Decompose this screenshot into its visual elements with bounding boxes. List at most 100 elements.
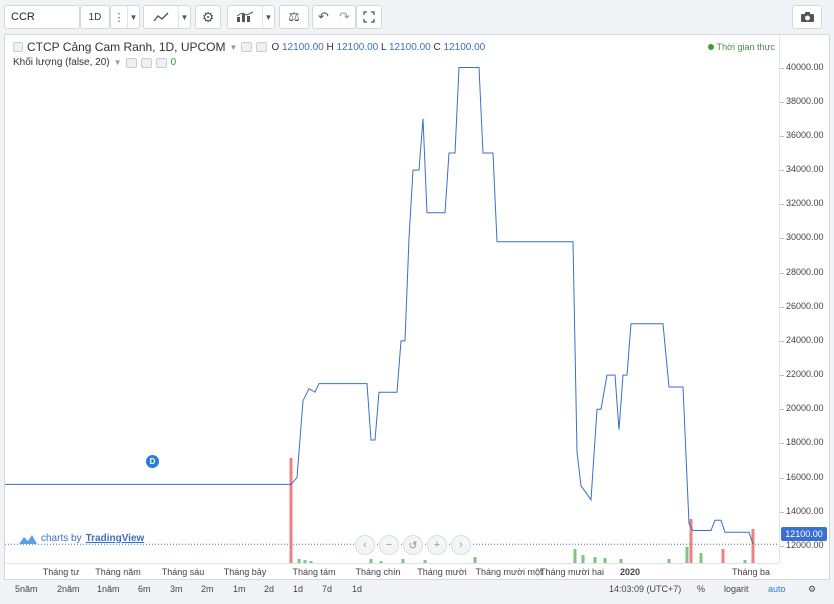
- settings-icon[interactable]: [256, 42, 268, 52]
- price-tick-mark: [780, 306, 784, 308]
- realtime-label: Thời gian thực: [716, 42, 775, 52]
- time-tick-label: Tháng tám: [292, 567, 336, 577]
- price-tick-mark: [780, 477, 784, 479]
- range-3m-button[interactable]: 3m: [170, 584, 183, 594]
- volume-title[interactable]: Khối lượng (false, 20): [13, 57, 110, 68]
- compare-icon: ⚖: [288, 9, 300, 24]
- visibility-icon[interactable]: [125, 57, 137, 68]
- volume-legend: Khối lượng (false, 20) ▼ 0: [13, 57, 176, 68]
- range-6m-button[interactable]: 6m: [138, 584, 151, 594]
- time-tick-label: Tháng mười một: [475, 567, 543, 577]
- fullscreen-button[interactable]: [356, 5, 382, 29]
- range-1m-button[interactable]: 1m: [233, 584, 246, 594]
- price-tick-label: 24000.00: [786, 334, 824, 345]
- price-tick-mark: [780, 238, 784, 240]
- branding-name[interactable]: TradingView: [86, 533, 145, 544]
- indicators-icon: [228, 11, 262, 23]
- redo-icon[interactable]: ↷: [334, 9, 355, 25]
- series-title[interactable]: CTCP Cảng Cam Ranh, 1D, UPCOM: [27, 40, 226, 54]
- camera-icon: [800, 11, 815, 23]
- range-1d-button[interactable]: 1d: [293, 584, 303, 594]
- time-tick-label: Tháng ba: [731, 567, 771, 577]
- high-value: 12100.00: [336, 41, 379, 53]
- fullscreen-icon: [363, 11, 375, 23]
- price-tick-mark: [780, 443, 784, 445]
- zoom-out-button[interactable]: −: [379, 535, 399, 555]
- chart-pane[interactable]: CTCP Cảng Cam Ranh, 1D, UPCOM ▼ O 12100.…: [4, 34, 830, 580]
- compare-button[interactable]: ⚖: [279, 5, 309, 29]
- price-axis[interactable]: 40000.00 38000.00 36000.00 34000.00 32000.00…: [779, 35, 831, 563]
- time-tick-label: Tháng mười: [417, 567, 467, 577]
- range-2m-button[interactable]: 2m: [201, 584, 214, 594]
- price-tick-mark: [780, 204, 784, 206]
- range-1y-button[interactable]: 1năm: [97, 584, 120, 594]
- screenshot-button[interactable]: [792, 5, 822, 29]
- interval-button[interactable]: 1D: [80, 5, 110, 29]
- collapse-icon[interactable]: [13, 42, 23, 52]
- price-series-line: [5, 67, 754, 545]
- close-icon[interactable]: [155, 57, 167, 68]
- visibility-icon[interactable]: [241, 42, 253, 52]
- range-2y-button[interactable]: 2năm: [57, 584, 80, 594]
- volume-bar: [573, 549, 577, 563]
- zoom-in-button[interactable]: +: [427, 535, 447, 555]
- chevron-down-icon: ▼: [262, 6, 274, 28]
- log-toggle[interactable]: logarit: [724, 584, 749, 594]
- volume-value: 0: [170, 57, 177, 68]
- chevron-down-icon: ▼: [178, 6, 190, 28]
- more-menu-button[interactable]: ⋮ ▼: [110, 5, 140, 29]
- time-axis[interactable]: Tháng tư Tháng năm Tháng sáu Tháng bảy Tháng…: [5, 563, 779, 580]
- price-tick-label: 28000.00: [786, 266, 824, 277]
- current-price-badge: 12100.00: [781, 527, 827, 541]
- low-value: 12100.00: [389, 41, 431, 53]
- branding-prefix: charts by: [41, 533, 82, 544]
- high-label: H: [326, 41, 334, 53]
- close-label: C: [433, 41, 441, 53]
- range-2d-button[interactable]: 2d: [264, 584, 274, 594]
- price-tick-mark: [780, 67, 784, 69]
- low-label: L: [381, 41, 387, 53]
- time-tick-label: Tháng sáu: [161, 567, 205, 577]
- price-chart[interactable]: [5, 35, 779, 563]
- range-5y-button[interactable]: 5năm: [15, 584, 38, 594]
- price-tick-mark: [780, 272, 784, 274]
- price-tick-label: 36000.00: [786, 129, 824, 140]
- settings-icon: ⚙: [201, 8, 215, 25]
- scroll-left-button[interactable]: ‹: [355, 535, 375, 555]
- auto-toggle[interactable]: auto: [768, 584, 786, 594]
- price-tick-label: 32000.00: [786, 198, 824, 209]
- tradingview-logo-icon: [19, 534, 37, 544]
- settings-icon[interactable]: ⚙: [808, 584, 816, 595]
- dividend-marker[interactable]: D: [146, 455, 159, 468]
- volume-bar: [751, 529, 755, 563]
- indicators-button[interactable]: ▼: [227, 5, 275, 29]
- range-7d-button[interactable]: 7d: [322, 584, 332, 594]
- volume-bar: [699, 553, 703, 563]
- chevron-down-icon[interactable]: ▼: [114, 58, 122, 67]
- realtime-indicator: Thời gian thực: [707, 42, 775, 52]
- symbol-input[interactable]: CCR: [4, 5, 80, 29]
- chevron-down-icon[interactable]: ▼: [230, 43, 238, 52]
- reset-button[interactable]: ↺: [403, 535, 423, 555]
- percent-toggle[interactable]: %: [697, 584, 705, 594]
- price-tick-label: 16000.00: [786, 471, 824, 482]
- clock-display[interactable]: 14:03:09 (UTC+7): [609, 584, 681, 594]
- settings-button[interactable]: ⚙: [195, 5, 221, 29]
- time-tick-label: Tháng tư: [42, 567, 80, 577]
- price-tick-mark: [780, 101, 784, 103]
- undo-icon[interactable]: ↶: [313, 9, 334, 25]
- volume-bar: [721, 549, 725, 563]
- price-tick-mark: [780, 170, 784, 172]
- price-tick-label: 20000.00: [786, 403, 824, 414]
- tradingview-branding[interactable]: charts by TradingView: [19, 533, 144, 544]
- top-toolbar: CCR 1D ⋮ ▼ ▼ ⚙ ▼ ⚖ ↶ ↷: [0, 0, 834, 34]
- chart-type-button[interactable]: ▼: [143, 5, 191, 29]
- volume-bar: [581, 555, 585, 563]
- price-tick-mark: [780, 545, 784, 547]
- range-1d-alt-button[interactable]: 1d: [352, 584, 362, 594]
- volume-bar: [289, 458, 293, 563]
- settings-icon[interactable]: [140, 57, 152, 68]
- time-tick-label: Tháng bảy: [223, 567, 267, 577]
- scroll-right-button[interactable]: ›: [451, 535, 471, 555]
- line-chart-icon: [144, 11, 178, 23]
